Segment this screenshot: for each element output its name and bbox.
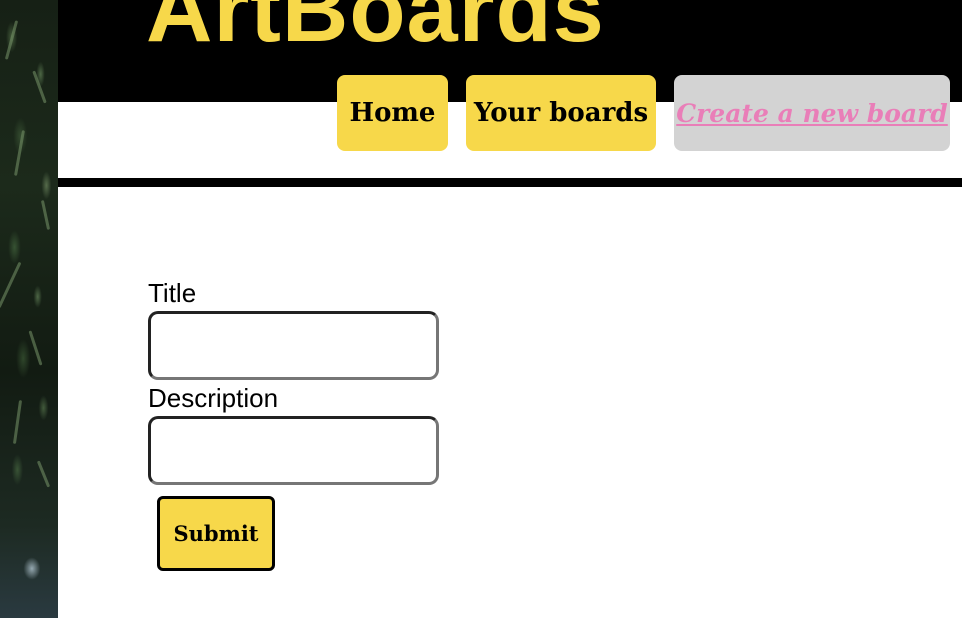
submit-button[interactable]: Submit (157, 496, 275, 571)
nav-home-button[interactable]: Home (337, 75, 448, 151)
nav-create-board-button[interactable]: Create a new board (674, 75, 950, 151)
description-label: Description (148, 383, 279, 413)
main-nav: Home Your boards Create a new board (337, 75, 950, 151)
title-input[interactable] (148, 311, 439, 380)
background-photo-strip (0, 0, 58, 618)
description-input[interactable] (148, 416, 439, 485)
nav-your-boards-button[interactable]: Your boards (466, 75, 656, 151)
header-divider (58, 178, 962, 187)
new-board-form: Title Description Submit (148, 278, 439, 571)
title-label: Title (148, 278, 197, 308)
site-title: ArtBoards (146, 0, 605, 61)
